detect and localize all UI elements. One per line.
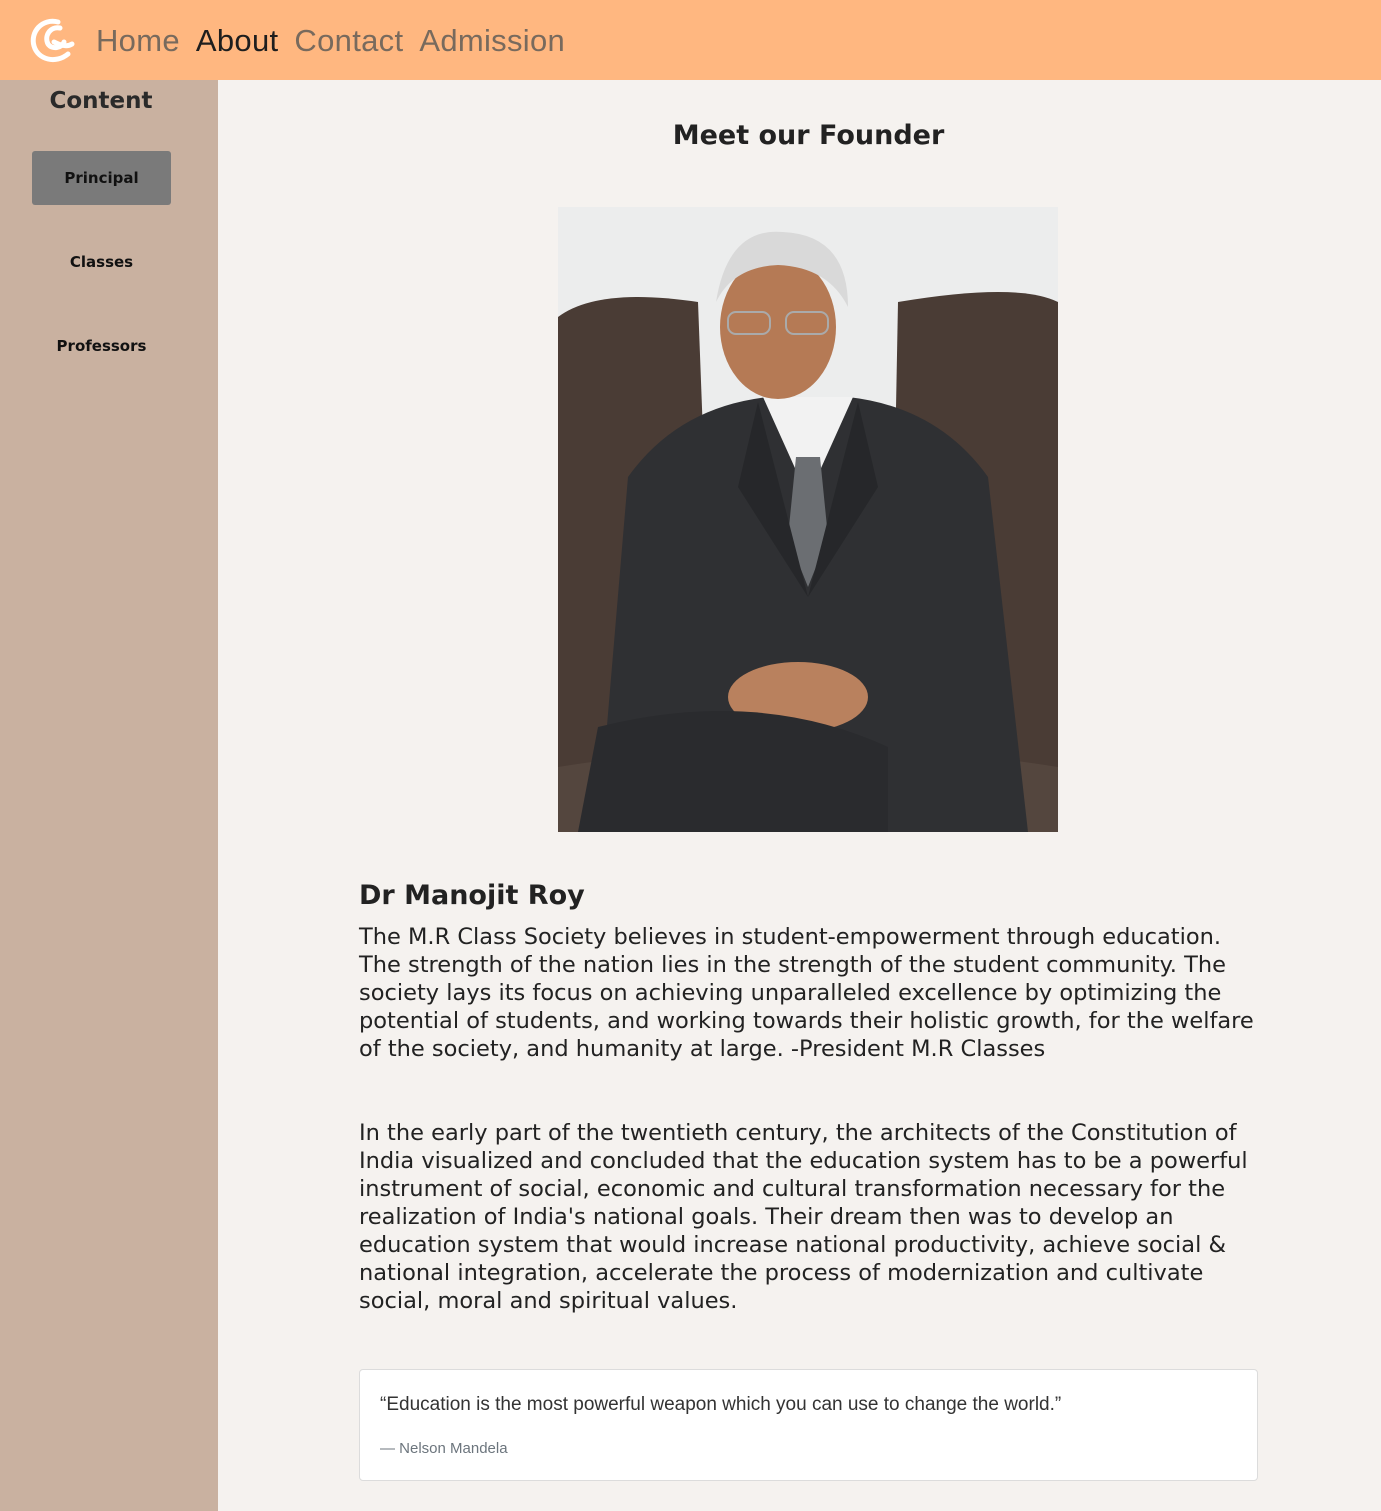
nav-admission-link[interactable]: Admission [419,20,565,62]
quote-author: — Nelson Mandela [380,1440,508,1457]
nav-about-link[interactable]: About [196,20,279,62]
quote-text: “Education is the most powerful weapon w… [380,1394,1062,1415]
sidebar-item-professors[interactable]: Professors [32,319,171,373]
sidebar-item-principal[interactable]: Principal [32,151,171,205]
nav-contact-link[interactable]: Contact [294,20,403,62]
main-nav: Home About Contact Admission [96,20,565,62]
sidebar: Content Principal Classes Professors [0,80,218,1511]
main-content: Meet our Founder Dr Manojit Roy The M.R … [218,80,1381,1511]
swirl-logo-icon[interactable] [28,14,76,66]
sidebar-title: Content [49,88,153,114]
founder-name: Dr Manojit Roy [359,880,585,911]
page-title: Meet our Founder [672,120,945,151]
quote-card: “Education is the most powerful weapon w… [359,1369,1258,1481]
history-paragraph: In the early part of the twentieth centu… [359,1120,1248,1314]
sidebar-item-classes[interactable]: Classes [32,235,171,289]
founder-portrait-image [558,207,1058,832]
top-navbar: Home About Contact Admission [0,0,1381,80]
founder-message-paragraph: The M.R Class Society believes in studen… [359,924,1254,1062]
nav-home-link[interactable]: Home [96,20,180,62]
